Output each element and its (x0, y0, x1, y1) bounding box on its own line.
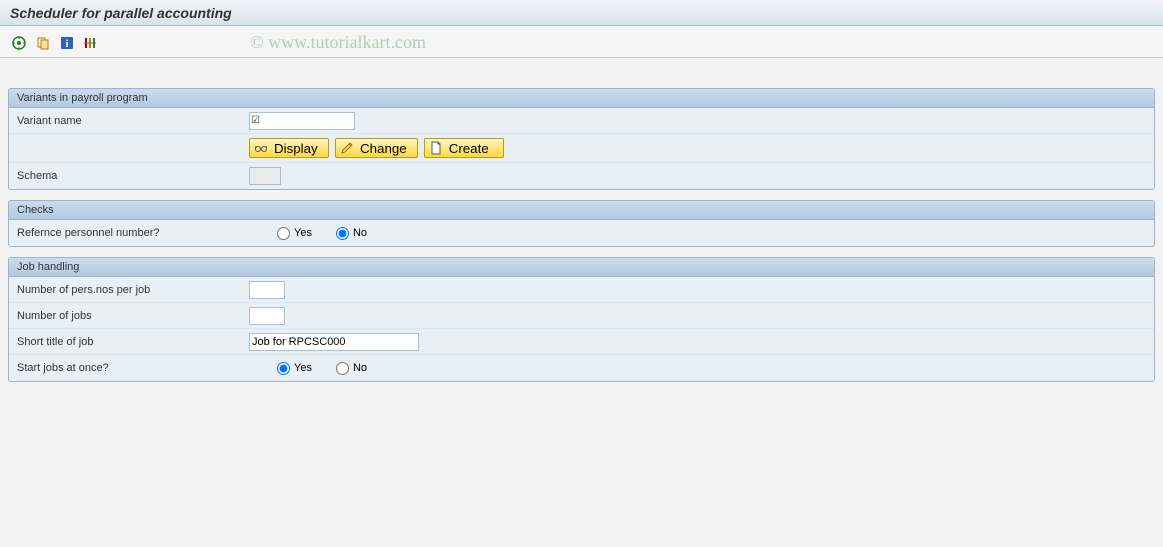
ref-personnel-no-input[interactable] (336, 227, 349, 240)
short-title-label: Short title of job (17, 336, 249, 348)
panel-checks: Checks Refernce personnel number? Yes No (8, 200, 1155, 247)
panel-job-body: Number of pers.nos per job Number of job… (9, 277, 1154, 381)
panel-variants-body: Variant name ☑ Display (9, 108, 1154, 189)
display-button-label: Display (274, 141, 318, 156)
start-jobs-label: Start jobs at once? (17, 362, 249, 374)
pencil-icon (340, 141, 354, 155)
content-area: Variants in payroll program Variant name… (0, 58, 1163, 400)
ref-personnel-no[interactable]: No (336, 227, 367, 240)
toolbar: i © www.tutorialkart.com (0, 26, 1163, 58)
schema-label: Schema (17, 170, 249, 182)
change-button[interactable]: Change (335, 138, 418, 158)
variant-name-label: Variant name (17, 115, 249, 127)
start-jobs-yes-label: Yes (294, 362, 312, 374)
panel-job: Job handling Number of pers.nos per job … (8, 257, 1155, 382)
variant-name-input[interactable] (249, 112, 355, 130)
start-jobs-no-label: No (353, 362, 367, 374)
svg-text:i: i (65, 38, 68, 50)
create-button-label: Create (449, 141, 489, 156)
row-num-pers: Number of pers.nos per job (9, 277, 1154, 303)
panel-variants: Variants in payroll program Variant name… (8, 88, 1155, 190)
watermark: © www.tutorialkart.com (250, 32, 426, 53)
ref-personnel-yes[interactable]: Yes (277, 227, 312, 240)
start-jobs-no-input[interactable] (336, 362, 349, 375)
execute-icon[interactable] (10, 34, 28, 52)
panel-checks-header: Checks (9, 201, 1154, 220)
schema-input (249, 167, 281, 185)
page-icon (429, 141, 443, 155)
create-button[interactable]: Create (424, 138, 504, 158)
page-title: Scheduler for parallel accounting (10, 5, 232, 21)
ref-personnel-yes-input[interactable] (277, 227, 290, 240)
ref-personnel-no-label: No (353, 227, 367, 239)
num-pers-label: Number of pers.nos per job (17, 284, 249, 296)
ref-personnel-yes-label: Yes (294, 227, 312, 239)
info-icon[interactable]: i (58, 34, 76, 52)
panel-variants-header: Variants in payroll program (9, 89, 1154, 108)
row-ref-personnel: Refernce personnel number? Yes No (9, 220, 1154, 246)
start-jobs-yes-input[interactable] (277, 362, 290, 375)
ref-personnel-radio-group: Yes No (277, 227, 367, 240)
row-num-jobs: Number of jobs (9, 303, 1154, 329)
variant-attributes-icon[interactable] (82, 34, 100, 52)
num-jobs-label: Number of jobs (17, 310, 249, 322)
num-pers-input[interactable] (249, 281, 285, 299)
num-jobs-input[interactable] (249, 307, 285, 325)
title-bar: Scheduler for parallel accounting (0, 0, 1163, 26)
ref-personnel-label: Refernce personnel number? (17, 227, 249, 239)
change-button-label: Change (360, 141, 407, 156)
panel-checks-body: Refernce personnel number? Yes No (9, 220, 1154, 246)
start-jobs-yes[interactable]: Yes (277, 362, 312, 375)
row-start-jobs: Start jobs at once? Yes No (9, 355, 1154, 381)
row-schema: Schema (9, 163, 1154, 189)
start-jobs-radio-group: Yes No (277, 362, 367, 375)
row-short-title: Short title of job (9, 329, 1154, 355)
start-jobs-no[interactable]: No (336, 362, 367, 375)
row-variant-name: Variant name ☑ (9, 108, 1154, 134)
get-variant-icon[interactable] (34, 34, 52, 52)
variant-button-row: Display Change Create (9, 134, 1154, 163)
short-title-input[interactable] (249, 333, 419, 351)
panel-job-header: Job handling (9, 258, 1154, 277)
display-button[interactable]: Display (249, 138, 329, 158)
glasses-icon (254, 141, 268, 155)
